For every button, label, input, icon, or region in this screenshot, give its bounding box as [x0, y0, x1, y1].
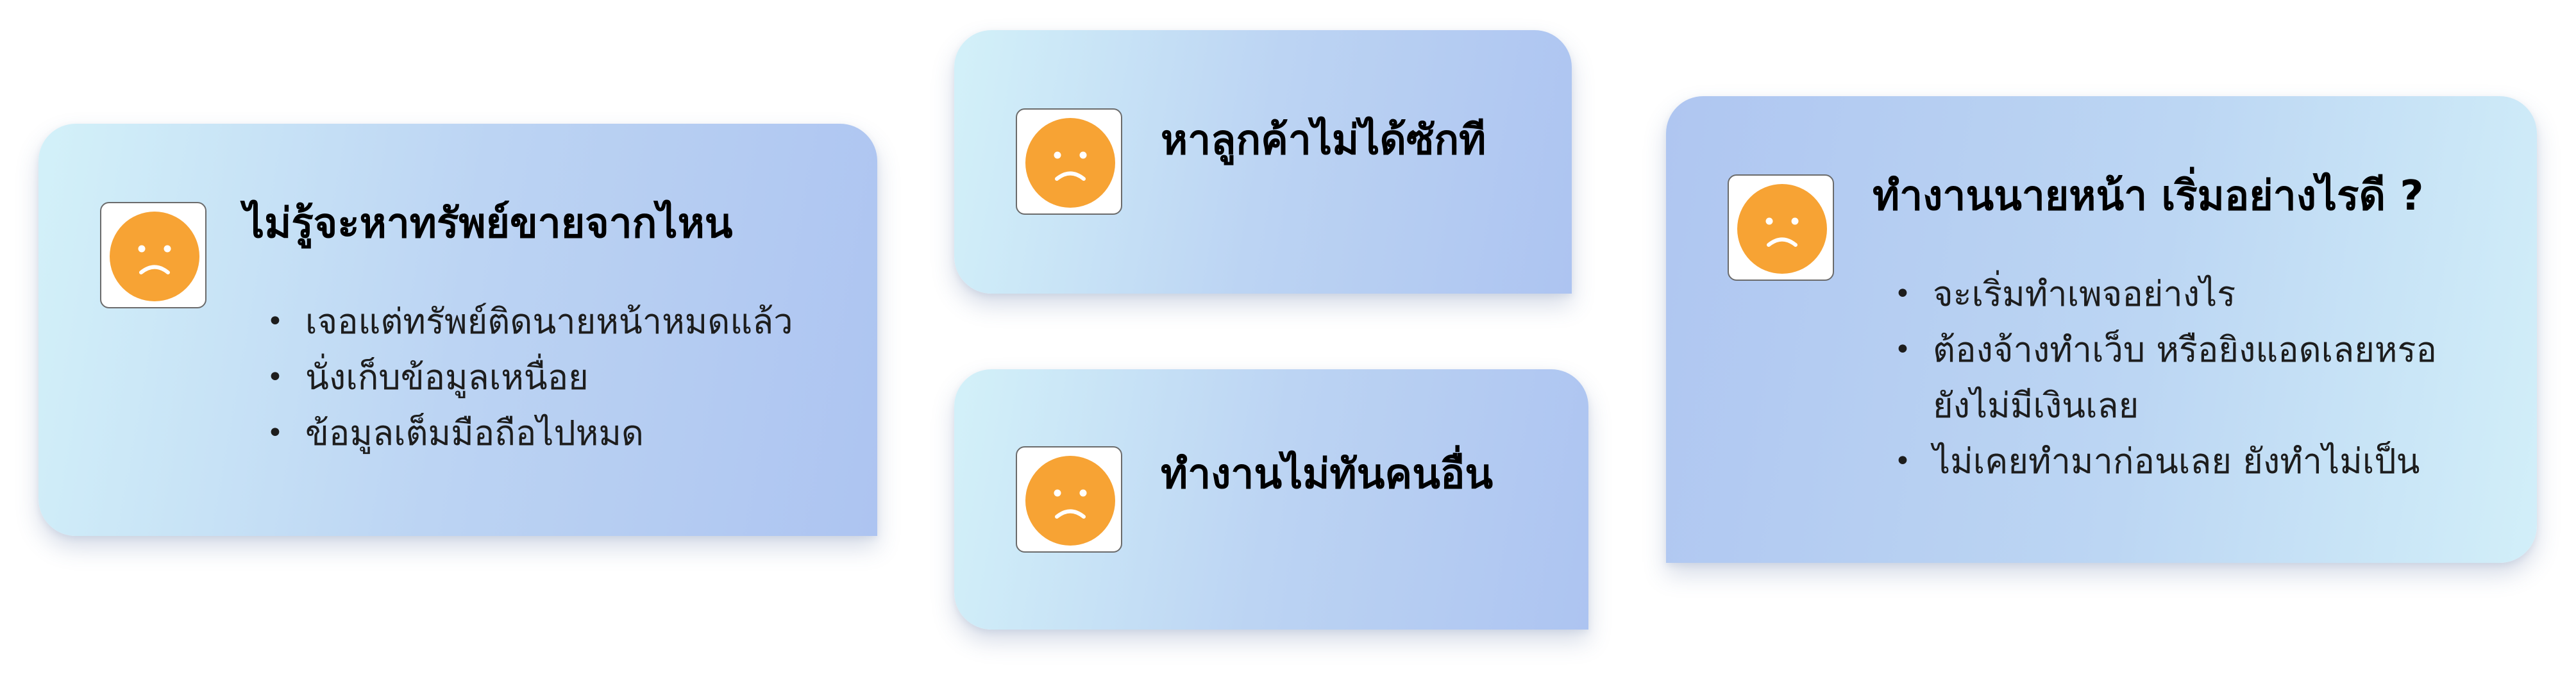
problem-card-how-to-start: ทำงานนายหน้า เริ่มอย่างไรดี ? จะเริ่มทำเ… — [1666, 96, 2537, 563]
card-title: หาลูกค้าไม่ได้ซักที — [1161, 117, 1486, 164]
card-title: ไม่รู้จะหาทรัพย์ขายจากไหน — [244, 200, 733, 247]
sad-face-icon — [1737, 184, 1827, 274]
sad-face-icon — [110, 212, 199, 301]
sad-face-icon-box — [100, 202, 206, 308]
problem-card-find-customers: หาลูกค้าไม่ได้ซักที — [954, 30, 1572, 294]
problem-card-work-speed: ทำงานไม่ทันคนอื่น — [954, 369, 1588, 630]
bullet-item: เจอแต่ทรัพย์ติดนายหน้าหมดแล้ว — [267, 294, 844, 349]
card-title: ทำงานไม่ทันคนอื่น — [1161, 451, 1494, 498]
card-title: ทำงานนายหน้า เริ่มอย่างไรดี ? — [1873, 172, 2424, 220]
problem-card-find-property: ไม่รู้จะหาทรัพย์ขายจากไหน เจอแต่ทรัพย์ติ… — [38, 124, 877, 536]
sad-face-icon-box — [1016, 446, 1122, 553]
sad-face-icon — [1025, 118, 1115, 208]
bullet-item: นั่งเก็บข้อมูลเหนื่อย — [267, 349, 844, 405]
bullet-list: เจอแต่ทรัพย์ติดนายหน้าหมดแล้ว นั่งเก็บข้… — [267, 294, 844, 461]
bullet-item: ต้องจ้างทำเว็บ หรือยิงแอดเลยหรอ ยังไม่มี… — [1894, 322, 2484, 433]
bullet-list: จะเริ่มทำเพจอย่างไร ต้องจ้างทำเว็บ หรือย… — [1894, 266, 2484, 489]
sad-face-icon-box — [1016, 108, 1122, 215]
bullet-item: ข้อมูลเต็มมือถือไปหมด — [267, 405, 844, 461]
bullet-item: ไม่เคยทำมาก่อนเลย ยังทำไม่เป็น — [1894, 433, 2484, 489]
sad-face-icon-box — [1728, 174, 1834, 281]
bullet-item: จะเริ่มทำเพจอย่างไร — [1894, 266, 2484, 322]
sad-face-icon — [1025, 456, 1115, 546]
